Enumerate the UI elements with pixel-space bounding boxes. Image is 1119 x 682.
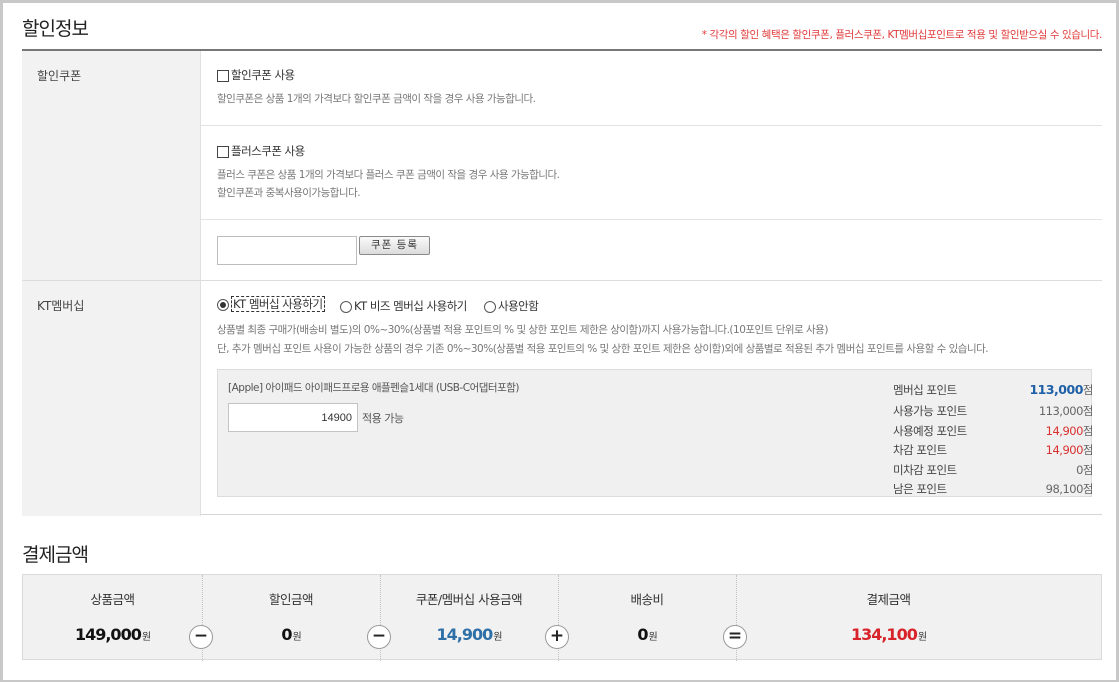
point-row-deducted: 차감 포인트 14,900점 xyxy=(893,442,1094,462)
payment-col-label: 쿠폰/멤버십 사용금액 xyxy=(415,592,523,607)
point-value: 113,000점 xyxy=(1029,382,1093,398)
coupon-row-header: 할인쿠폰 xyxy=(22,51,201,280)
point-label: 사용예정 포인트 xyxy=(893,424,967,438)
payment-unit: 원 xyxy=(292,632,301,643)
kt-biz-radio-option[interactable]: KT 비즈 멤버십 사용하기 xyxy=(340,298,467,314)
point-row-available: 사용가능 포인트 113,000점 xyxy=(893,403,1094,423)
payment-col-value: 134,100원 xyxy=(736,625,1041,644)
payment-col-label: 결제금액 xyxy=(866,592,911,607)
discount-coupon-label: 할인쿠폰 사용 xyxy=(231,68,295,82)
plus-coupon-desc-1: 플러스 쿠폰은 상품 1개의 가격보다 플러스 쿠폰 금액이 작을 경우 사용 … xyxy=(217,169,560,181)
point-label: 차감 포인트 xyxy=(893,443,947,457)
payment-amount: 134,100 xyxy=(850,625,918,644)
coupon-register-button[interactable]: 쿠폰 등록 xyxy=(359,236,430,255)
point-number: 0 xyxy=(1076,463,1083,477)
discount-note: * 각각의 할인 혜택은 할인쿠폰, 플러스쿠폰, KT멤버십포인트로 적용 및… xyxy=(701,29,1103,41)
payment-amount: 0 xyxy=(637,625,648,644)
kt-none-radio-option[interactable]: 사용안함 xyxy=(484,298,539,314)
point-label: 남은 포인트 xyxy=(893,482,947,496)
point-value: 14,900점 xyxy=(1045,442,1094,458)
payment-col-discount: 할인금액 0원 xyxy=(202,575,380,661)
kt-membership-label: KT 멤버십 사용하기 xyxy=(231,296,325,312)
point-row-remaining: 남은 포인트 98,100점 xyxy=(893,481,1094,501)
point-label: 사용가능 포인트 xyxy=(893,404,967,418)
point-row-not-deducted: 미차감 포인트 0점 xyxy=(893,462,1094,482)
payment-col-value: 149,000원 xyxy=(23,625,202,644)
plus-coupon-desc-2: 할인쿠폰과 중복사용이가능합니다. xyxy=(217,187,361,199)
point-available-label: 적용 가능 xyxy=(362,412,404,425)
payment-col-product: 상품금액 149,000원 xyxy=(23,575,202,661)
point-value: 14,900점 xyxy=(1045,423,1094,439)
payment-unit: 원 xyxy=(493,632,502,643)
payment-amount: 149,000 xyxy=(74,625,142,644)
point-unit: 점 xyxy=(1082,404,1094,418)
kt-none-label: 사용안함 xyxy=(498,299,539,313)
discount-section-title: 할인정보 xyxy=(22,18,89,40)
kt-membership-radio[interactable] xyxy=(217,298,229,311)
payment-summary: 상품금액 149,000원 − 할인금액 0원 − 쿠폰/멤버십 사용금액 14… xyxy=(22,574,1102,661)
kt-biz-label: KT 비즈 멤버십 사용하기 xyxy=(354,299,467,313)
payment-unit: 원 xyxy=(648,632,657,643)
point-value: 98,100점 xyxy=(1045,481,1094,497)
plus-coupon-checkbox[interactable] xyxy=(217,145,229,158)
point-row-membership: 멤버십 포인트 113,000점 xyxy=(893,382,1094,402)
kt-none-radio[interactable] xyxy=(484,300,496,313)
divider xyxy=(201,125,1102,126)
product-name: [Apple] 아이패드 아이패드프로용 애플펜슬1세대 (USB-C어댑터포함… xyxy=(228,382,520,394)
kt-membership-radio-option[interactable]: KT 멤버십 사용하기 xyxy=(217,296,325,312)
point-unit: 점 xyxy=(1082,443,1094,457)
point-row-planned: 사용예정 포인트 14,900점 xyxy=(893,423,1094,443)
kt-desc-2: 단, 추가 멤버십 포인트 사용이 가능한 상품의 경우 기존 0%~30%(상… xyxy=(217,343,989,355)
kt-row-header: KT멤버십 xyxy=(22,281,201,516)
kt-biz-radio[interactable] xyxy=(340,300,352,313)
payment-col-value: 0원 xyxy=(202,625,380,644)
payment-col-label: 상품금액 xyxy=(90,592,135,607)
point-box: [Apple] 아이패드 아이패드프로용 애플펜슬1세대 (USB-C어댑터포함… xyxy=(217,369,1094,497)
point-value: 0점 xyxy=(1076,462,1093,478)
point-label: 미차감 포인트 xyxy=(893,463,957,477)
coupon-code-input[interactable] xyxy=(217,236,357,265)
payment-col-total: 결제금액 134,100원 xyxy=(736,575,1041,661)
payment-unit: 원 xyxy=(141,632,151,643)
plus-coupon-label: 플러스쿠폰 사용 xyxy=(231,144,305,158)
kt-desc-1: 상품별 최종 구매가(배송비 별도)의 0%~30%(상품별 적용 포인트의 %… xyxy=(217,324,828,336)
point-amount-input[interactable] xyxy=(228,403,358,432)
payment-unit: 원 xyxy=(917,632,927,643)
divider xyxy=(201,219,1102,220)
discount-coupon-desc: 할인쿠폰은 상품 1개의 가격보다 할인쿠폰 금액이 작을 경우 사용 가능합니… xyxy=(217,93,536,105)
point-unit: 점 xyxy=(1082,463,1094,477)
coupon-row-label: 할인쿠폰 xyxy=(37,69,82,83)
plus-coupon-option[interactable]: 플러스쿠폰 사용 xyxy=(217,143,305,159)
payment-amount: 14,900 xyxy=(436,625,494,644)
payment-col-shipping: 배송비 0원 xyxy=(558,575,736,661)
point-number: 113,000 xyxy=(1029,382,1083,397)
discount-coupon-checkbox[interactable] xyxy=(217,69,229,82)
point-value: 113,000점 xyxy=(1038,403,1094,419)
payment-col-value: 14,900원 xyxy=(380,625,558,644)
point-number: 113,000 xyxy=(1038,404,1084,418)
payment-col-label: 할인금액 xyxy=(268,592,314,607)
point-number: 14,900 xyxy=(1045,443,1084,457)
payment-amount: 0 xyxy=(281,625,292,644)
discount-table: 할인쿠폰 할인쿠폰 사용 할인쿠폰은 상품 1개의 가격보다 할인쿠폰 금액이 … xyxy=(22,49,1102,516)
point-unit: 점 xyxy=(1082,482,1094,496)
payment-col-coupon-membership: 쿠폰/멤버십 사용금액 14,900원 xyxy=(380,575,558,661)
point-unit: 점 xyxy=(1082,424,1094,438)
discount-coupon-option[interactable]: 할인쿠폰 사용 xyxy=(217,67,295,83)
payment-col-value: 0원 xyxy=(558,625,736,644)
payment-section-title: 결제금액 xyxy=(22,544,89,566)
kt-row-label: KT멤버십 xyxy=(37,299,85,313)
payment-col-label: 배송비 xyxy=(630,592,664,607)
point-label: 멤버십 포인트 xyxy=(893,383,957,397)
point-unit: 점 xyxy=(1082,383,1094,397)
point-number: 98,100 xyxy=(1045,482,1084,496)
point-number: 14,900 xyxy=(1045,424,1084,438)
